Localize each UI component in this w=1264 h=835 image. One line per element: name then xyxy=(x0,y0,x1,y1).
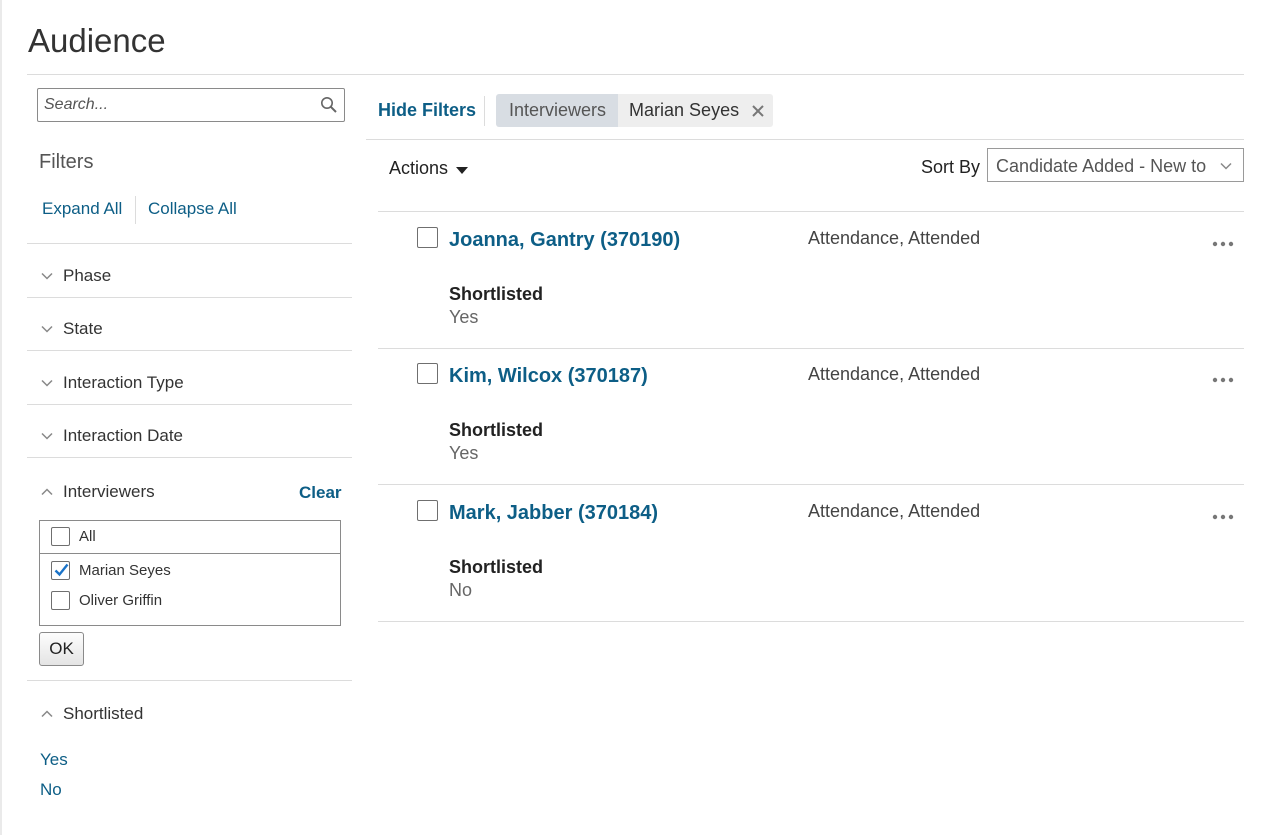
chip-category: Interviewers xyxy=(496,94,619,127)
divider xyxy=(27,680,352,681)
candidate-status: Attendance, Attended xyxy=(808,228,981,248)
chip-value: Marian Seyes xyxy=(629,100,740,120)
divider xyxy=(27,297,352,298)
facet-label: Interaction Type xyxy=(63,373,184,392)
facet-label: State xyxy=(63,319,103,338)
search-box xyxy=(37,88,345,122)
search-input[interactable] xyxy=(44,95,304,115)
facet-interviewers[interactable]: Interviewers xyxy=(40,480,155,504)
shortlisted-label: Shortlisted xyxy=(449,420,544,440)
facet-state[interactable]: State xyxy=(40,317,103,341)
facet-label: Interviewers xyxy=(63,482,155,501)
shortlisted-label: Shortlisted xyxy=(449,557,544,577)
interviewers-checklist: All Marian Seyes Oliver Griffin xyxy=(39,520,341,626)
facet-label: Interaction Date xyxy=(63,426,184,445)
facet-shortlisted[interactable]: Shortlisted xyxy=(40,702,143,726)
divider xyxy=(27,350,352,351)
shortlisted-no-link[interactable]: No xyxy=(40,780,62,800)
candidate-status: Attendance, Attended xyxy=(808,364,981,384)
interviewer-option-all[interactable]: All xyxy=(40,521,340,551)
row-checkbox[interactable] xyxy=(417,227,438,248)
checkbox-checked[interactable] xyxy=(51,560,70,580)
chevron-down-icon xyxy=(41,325,53,333)
active-filter-chip: Interviewers Marian Seyes xyxy=(496,94,774,127)
shortlisted-value: No xyxy=(449,580,473,600)
search-icon[interactable] xyxy=(320,96,338,114)
facet-interaction-date[interactable]: Interaction Date xyxy=(40,424,183,448)
interviewer-option-marian-seyes[interactable]: Marian Seyes xyxy=(40,555,340,585)
more-options-icon[interactable] xyxy=(1211,376,1235,384)
facet-interaction-type[interactable]: Interaction Type xyxy=(40,371,184,395)
clear-interviewers-link[interactable]: Clear xyxy=(299,483,342,503)
sort-by-label: Sort By xyxy=(921,157,981,177)
expand-all-link[interactable]: Expand All xyxy=(42,199,122,219)
filterbar-divider xyxy=(366,139,1244,140)
interviewer-option-oliver-griffin[interactable]: Oliver Griffin xyxy=(40,585,340,615)
facet-label: Shortlisted xyxy=(63,704,144,723)
candidate-name-link[interactable]: Joanna, Gantry (370190) xyxy=(449,229,680,252)
divider xyxy=(40,553,340,554)
candidate-name-link[interactable]: Kim, Wilcox (370187) xyxy=(449,365,648,388)
facet-label: Phase xyxy=(63,266,112,285)
checkbox[interactable] xyxy=(51,590,70,610)
chevron-down-icon xyxy=(41,379,53,387)
divider xyxy=(27,243,352,244)
divider xyxy=(27,457,352,458)
chip-value-wrap: Marian Seyes xyxy=(618,94,774,127)
divider xyxy=(378,348,1244,349)
toolbar-separator xyxy=(484,96,485,126)
chevron-up-icon xyxy=(41,710,53,718)
sort-select[interactable]: Candidate Added - New to Old xyxy=(987,148,1244,182)
shortlisted-value: Yes xyxy=(449,443,479,463)
shortlisted-yes-link[interactable]: Yes xyxy=(40,750,68,770)
checkbox[interactable] xyxy=(51,526,70,546)
chevron-down-icon xyxy=(1220,162,1232,170)
divider xyxy=(378,211,1244,212)
candidate-name-link[interactable]: Mark, Jabber (370184) xyxy=(449,502,658,525)
option-label: All xyxy=(79,527,96,545)
shortlisted-value: Yes xyxy=(449,307,479,327)
filters-heading: Filters xyxy=(39,151,94,173)
ok-button[interactable]: OK xyxy=(39,632,84,666)
actions-label: Actions xyxy=(389,158,449,178)
chevron-down-icon xyxy=(41,272,53,280)
chevron-up-icon xyxy=(41,488,53,496)
row-checkbox[interactable] xyxy=(417,500,438,521)
divider xyxy=(27,404,352,405)
divider xyxy=(378,484,1244,485)
facet-phase[interactable]: Phase xyxy=(40,264,111,288)
page-title: Audience xyxy=(28,22,166,59)
more-options-icon[interactable] xyxy=(1211,513,1235,521)
option-label: Oliver Griffin xyxy=(79,591,163,609)
divider xyxy=(378,621,1244,622)
chevron-down-icon xyxy=(41,432,53,440)
expand-collapse-separator xyxy=(135,196,136,224)
more-options-icon[interactable] xyxy=(1211,240,1235,248)
left-edge-border xyxy=(0,0,2,835)
hide-filters-link[interactable]: Hide Filters xyxy=(378,100,476,121)
check-icon xyxy=(54,563,69,576)
shortlisted-label: Shortlisted xyxy=(449,284,544,304)
caret-down-icon xyxy=(456,166,469,174)
collapse-all-link[interactable]: Collapse All xyxy=(148,199,237,219)
sort-selected-value: Candidate Added - New to Old xyxy=(996,156,1211,176)
candidate-status: Attendance, Attended xyxy=(808,501,981,521)
actions-menu-button[interactable]: Actions xyxy=(389,158,469,179)
row-checkbox[interactable] xyxy=(417,363,438,384)
option-label: Marian Seyes xyxy=(79,561,171,579)
title-divider xyxy=(27,74,1244,75)
close-icon[interactable] xyxy=(751,104,765,118)
